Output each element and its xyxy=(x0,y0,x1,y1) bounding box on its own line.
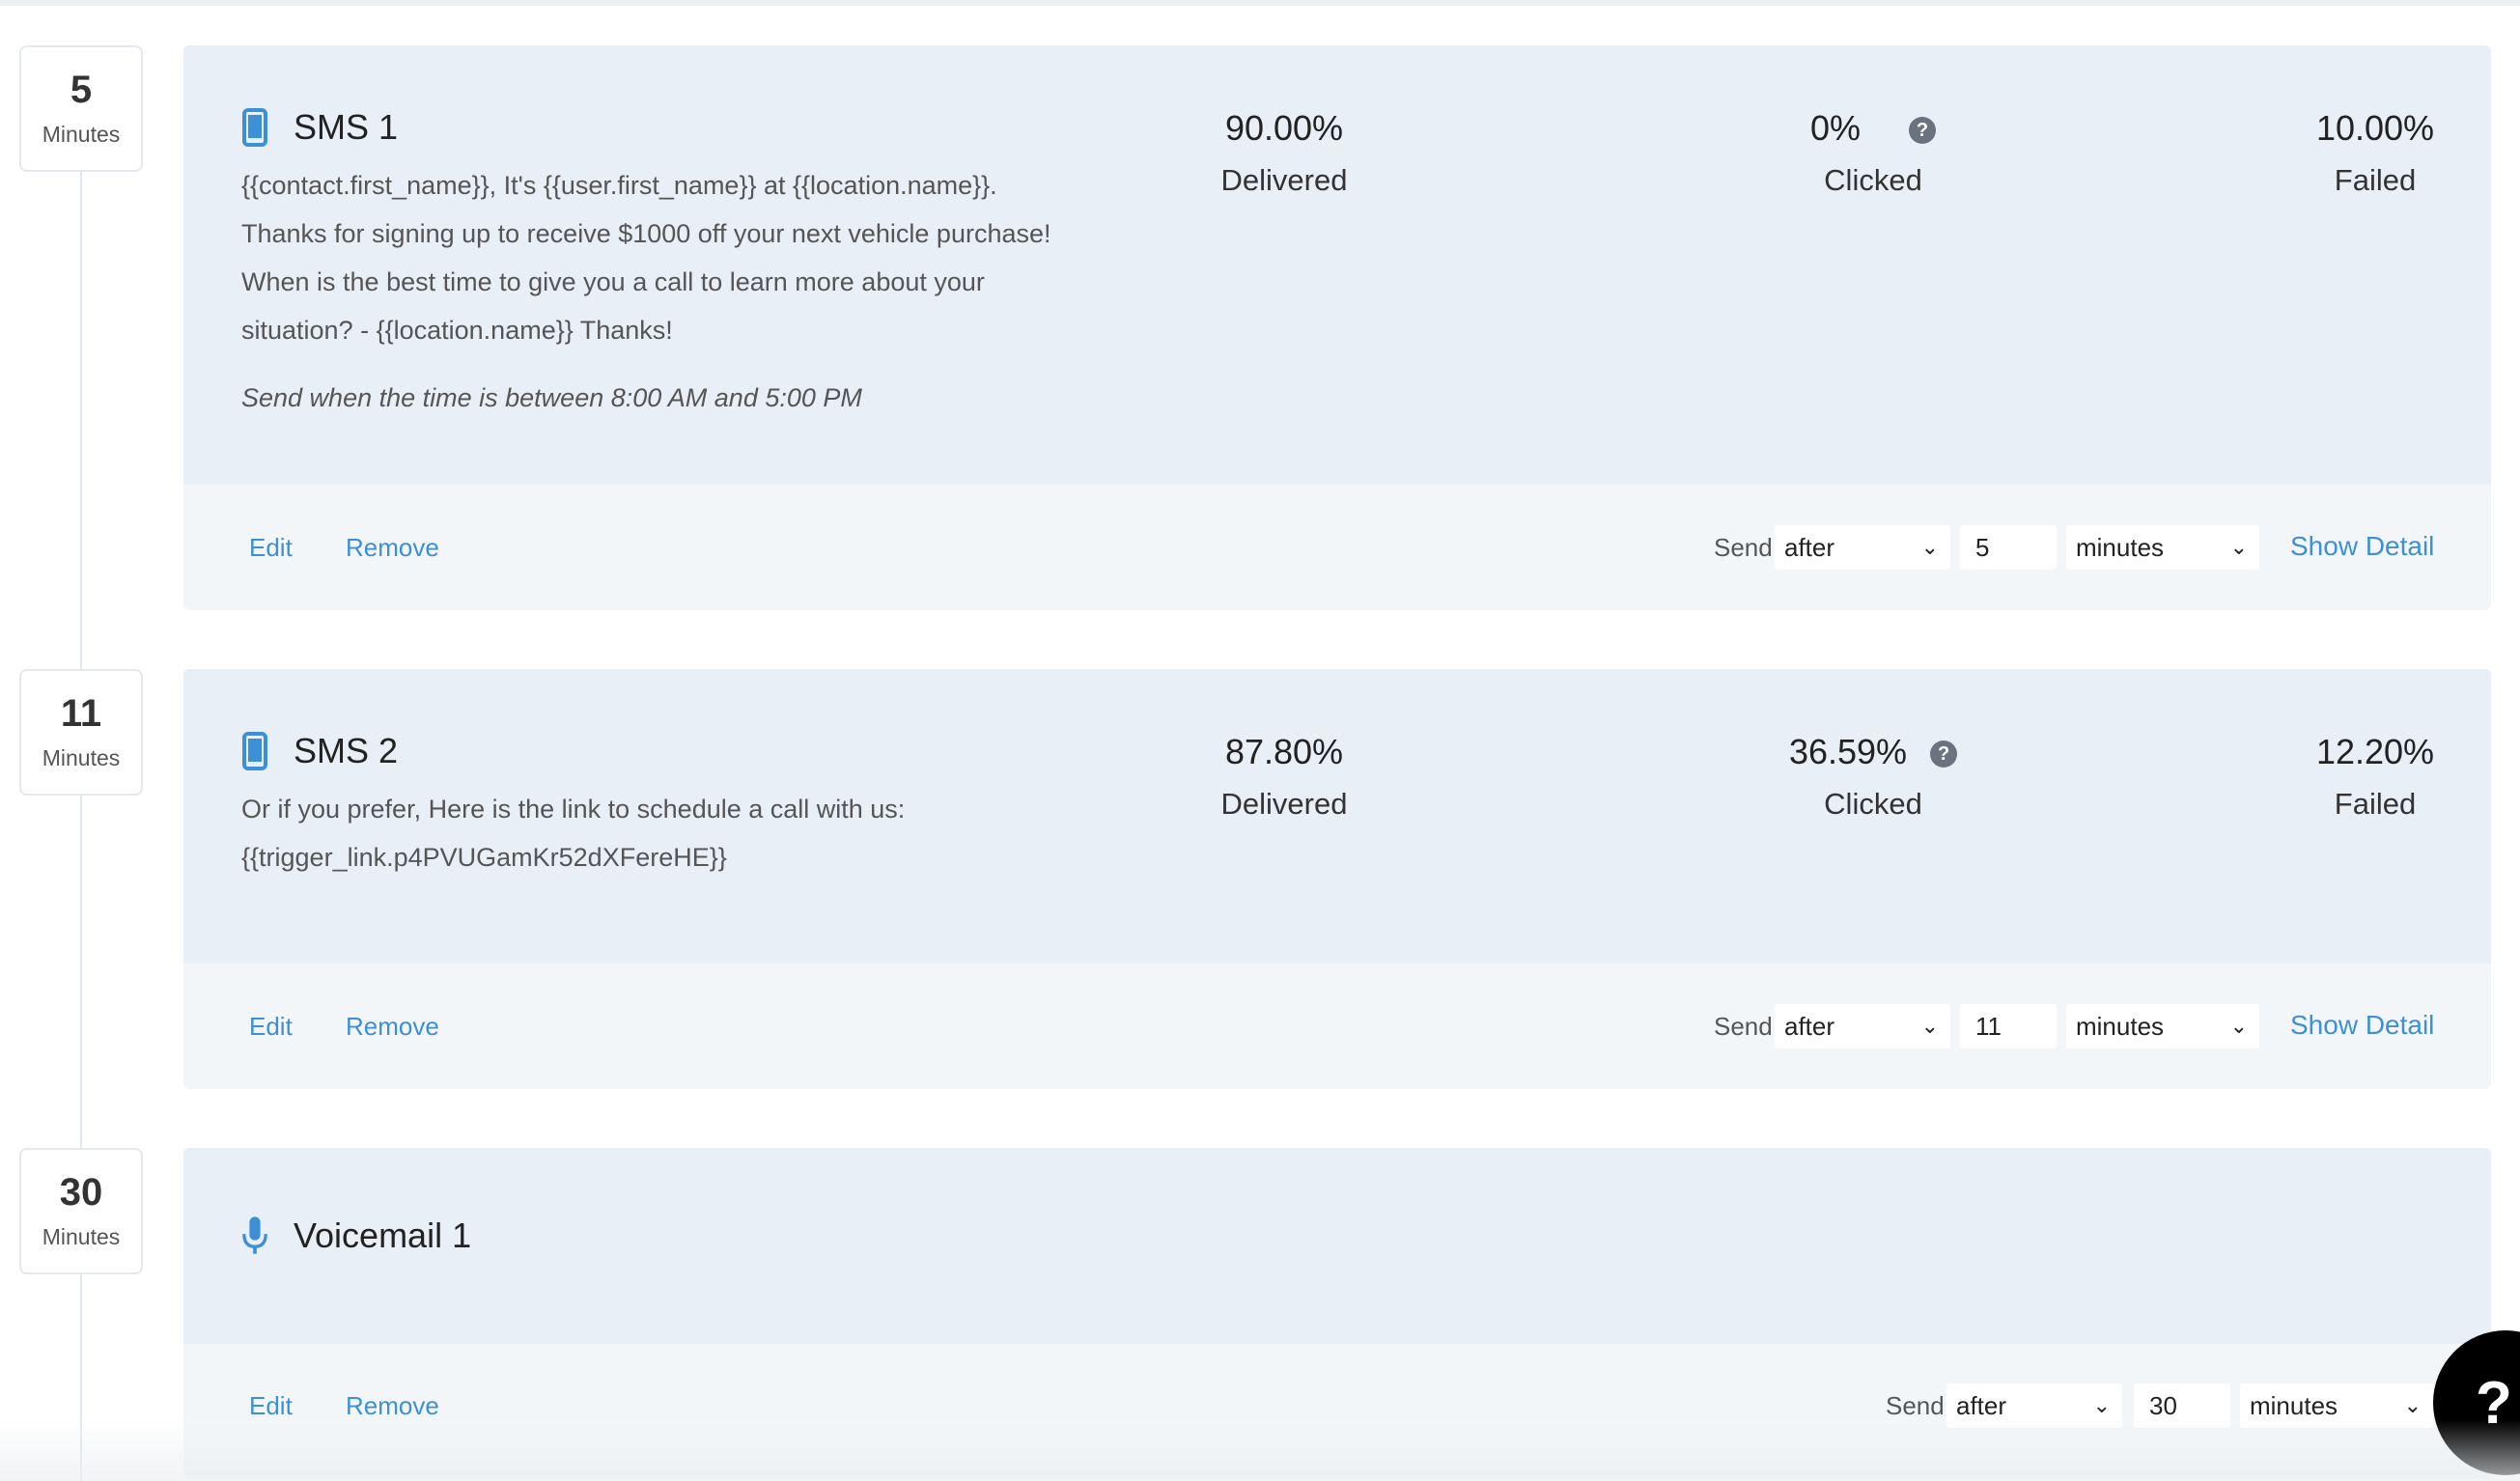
remove-link[interactable]: Remove xyxy=(346,528,439,567)
delay-unit: Minutes xyxy=(42,745,121,770)
step-title: Voicemail 1 xyxy=(294,1216,472,1255)
delay-unit-select[interactable]: minutes ⌄ xyxy=(2066,525,2259,570)
edit-link[interactable]: Edit xyxy=(249,1386,293,1425)
message-line: {{trigger_link.p4PVUGamKr52dXFereHE}} xyxy=(241,843,727,872)
delay-unit: Minutes xyxy=(42,1224,121,1249)
step-card-sms-1: SMS 1 {{contact.first_name}}, It's {{use… xyxy=(183,45,2491,610)
stat-value: 10.00% xyxy=(2315,108,2435,148)
delay-badge-step-3: 30 Minutes xyxy=(19,1148,143,1274)
help-circle-icon[interactable]: ? xyxy=(1930,740,1958,768)
send-timing-value: after xyxy=(1956,1391,2007,1420)
delay-unit-value: minutes xyxy=(2076,1012,2165,1041)
step-title-row: Voicemail 1 xyxy=(241,1212,471,1260)
stat-label: Clicked xyxy=(1824,163,1922,197)
chevron-down-icon: ⌄ xyxy=(2229,535,2248,559)
message-line: When is the best time to give you a call… xyxy=(241,267,985,296)
step-content: SMS 1 {{contact.first_name}}, It's {{use… xyxy=(183,45,2491,485)
delay-badge-step-1: 5 Minutes xyxy=(19,45,143,172)
stat-value: 0% xyxy=(1809,108,1861,148)
message-text: Or if you prefer, Here is the link to sc… xyxy=(241,785,1188,881)
timeline-line xyxy=(80,169,82,1481)
stat-value-row: 0% ? xyxy=(1728,105,2018,152)
send-window-note: Send when the time is between 8:00 AM an… xyxy=(241,383,862,412)
show-detail-link[interactable]: Show Detail xyxy=(2290,1006,2434,1045)
delay-amount-input[interactable]: 5 xyxy=(1960,525,2057,570)
send-timing-select[interactable]: after ⌄ xyxy=(1946,1383,2122,1428)
top-divider xyxy=(0,0,2520,6)
stat-failed: 12.20% Failed xyxy=(2298,729,2452,824)
microphone-icon xyxy=(241,1216,268,1256)
step-content: SMS 2 Or if you prefer, Here is the link… xyxy=(183,669,2491,964)
step-card-voicemail-1: Voicemail 1 Edit Remove Send after ⌄ 30 … xyxy=(183,1148,2491,1479)
send-timing-select[interactable]: after ⌄ xyxy=(1775,1004,1950,1048)
help-circle-icon[interactable]: ? xyxy=(1909,117,1937,145)
delay-unit: Minutes xyxy=(42,122,121,147)
stat-value: 90.00% xyxy=(1224,108,1344,148)
delay-unit-select[interactable]: minutes ⌄ xyxy=(2066,1004,2259,1048)
stat-label: Clicked xyxy=(1824,787,1922,821)
message-text: {{contact.first_name}}, It's {{user.firs… xyxy=(241,161,1188,354)
edit-link[interactable]: Edit xyxy=(249,528,293,567)
delay-number: 30 xyxy=(59,1171,103,1214)
send-label: Send xyxy=(1886,1391,1945,1420)
edit-link[interactable]: Edit xyxy=(249,1007,293,1046)
send-label: Send xyxy=(1714,533,1773,562)
delay-badge-step-2: 11 Minutes xyxy=(19,669,143,796)
message-line: situation? - {{location.name}} Thanks! xyxy=(241,316,673,345)
stat-clicked: 0% ? Clicked xyxy=(1728,105,2018,200)
delay-unit-value: minutes xyxy=(2250,1391,2338,1420)
chevron-down-icon: ⌄ xyxy=(1920,1014,1939,1038)
stat-label: Delivered xyxy=(1220,787,1348,821)
step-title: SMS 2 xyxy=(294,731,399,770)
send-timing-value: after xyxy=(1784,1012,1835,1041)
step-actions-bar: Edit Remove Send after ⌄ 11 minutes ⌄ Sh… xyxy=(183,964,2491,1089)
stat-value: 36.59% xyxy=(1788,732,1908,771)
message-line: Or if you prefer, Here is the link to sc… xyxy=(241,795,906,824)
step-content: Voicemail 1 xyxy=(183,1148,2491,1344)
remove-link[interactable]: Remove xyxy=(346,1007,439,1046)
remove-link[interactable]: Remove xyxy=(346,1386,439,1425)
step-title: SMS 1 xyxy=(294,107,399,147)
step-actions-bar: Edit Remove Send after ⌄ 30 minutes ⌄ xyxy=(183,1344,2491,1479)
stat-label: Delivered xyxy=(1220,163,1348,197)
step-title-row: SMS 1 xyxy=(241,103,398,152)
step-actions-bar: Edit Remove Send after ⌄ 5 minutes ⌄ Sho… xyxy=(183,485,2491,610)
chevron-down-icon: ⌄ xyxy=(2229,1014,2248,1038)
show-detail-link[interactable]: Show Detail xyxy=(2290,527,2434,566)
mobile-phone-icon xyxy=(241,107,268,148)
chevron-down-icon: ⌄ xyxy=(2403,1393,2422,1417)
stat-value: 87.80% xyxy=(1224,732,1344,771)
delay-number: 5 xyxy=(70,69,93,111)
step-title-row: SMS 2 xyxy=(241,727,398,775)
chevron-down-icon: ⌄ xyxy=(1920,535,1939,559)
send-timing-value: after xyxy=(1784,533,1835,562)
delay-amount-input[interactable]: 11 xyxy=(1960,1004,2057,1048)
stat-clicked: 36.59% ? Clicked xyxy=(1709,729,2037,824)
stat-failed: 10.00% Failed xyxy=(2298,105,2452,200)
stat-delivered: 87.80% Delivered xyxy=(1178,729,1390,824)
stat-delivered: 90.00% Delivered xyxy=(1178,105,1390,200)
delay-unit-select[interactable]: minutes ⌄ xyxy=(2240,1383,2433,1428)
stat-value-row: 36.59% ? xyxy=(1709,729,2037,775)
step-card-sms-2: SMS 2 Or if you prefer, Here is the link… xyxy=(183,669,2491,1089)
delay-amount-input[interactable]: 30 xyxy=(2134,1383,2230,1428)
send-label: Send xyxy=(1714,1012,1773,1041)
send-timing-select[interactable]: after ⌄ xyxy=(1775,525,1950,570)
delay-unit-value: minutes xyxy=(2076,533,2165,562)
stat-label: Failed xyxy=(2334,787,2417,821)
chevron-down-icon: ⌄ xyxy=(2092,1393,2111,1417)
stat-value: 12.20% xyxy=(2315,732,2435,771)
message-line: {{contact.first_name}}, It's {{user.firs… xyxy=(241,171,997,200)
stat-label: Failed xyxy=(2334,163,2417,197)
message-line: Thanks for signing up to receive $1000 o… xyxy=(241,219,1051,248)
delay-number: 11 xyxy=(60,692,102,735)
mobile-phone-icon xyxy=(241,731,268,771)
